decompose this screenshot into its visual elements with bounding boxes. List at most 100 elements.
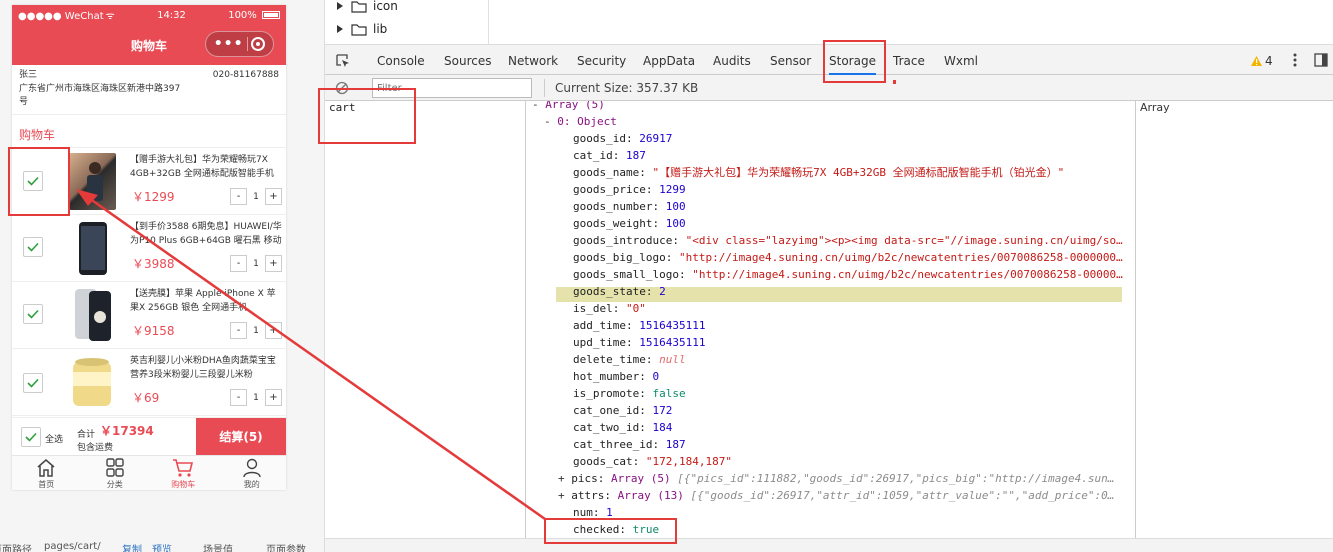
value-type: Array bbox=[1140, 101, 1170, 114]
more-icon[interactable]: ••• bbox=[214, 37, 244, 51]
object-property: goods_price: 1299 bbox=[573, 183, 686, 196]
user-icon bbox=[243, 458, 261, 478]
tab-audits[interactable]: Audits bbox=[713, 45, 751, 75]
quantity-value: 1 bbox=[253, 258, 259, 269]
product-name[interactable]: 【赠手游大礼包】华为荣耀畅玩7X 4GB+32GB 全网通标配版智能手机（铂光金… bbox=[130, 153, 282, 181]
warning-icon bbox=[1251, 56, 1262, 66]
devtools-statusbar bbox=[325, 538, 1333, 552]
object-property: goods_small_logo: "http://image4.suning.… bbox=[573, 268, 1123, 281]
tab-storage[interactable]: Storage bbox=[829, 45, 876, 75]
tab-sensor[interactable]: Sensor bbox=[770, 45, 811, 75]
product-name[interactable]: 【送壳膜】苹果 Apple iPhone X 苹果X 256GB 银色 全网通手… bbox=[130, 287, 282, 315]
object-property: goods_big_logo: "http://image4.suning.cn… bbox=[573, 251, 1123, 264]
battery-icon bbox=[261, 10, 280, 19]
increase-button[interactable]: + bbox=[265, 389, 282, 406]
folder-icon-dir[interactable]: icon bbox=[337, 0, 398, 15]
preview-link[interactable]: 预览 bbox=[152, 541, 172, 552]
warnings-counter[interactable]: 4 bbox=[1250, 54, 1273, 68]
product-thumbnail[interactable] bbox=[69, 220, 116, 277]
increase-button[interactable]: + bbox=[265, 322, 282, 339]
devtools-panel: icon lib Console Sources Network Securit… bbox=[325, 0, 1333, 552]
tab-cart[interactable]: 购物车 bbox=[149, 456, 218, 490]
tab-trace[interactable]: Trace bbox=[893, 45, 925, 75]
product-name[interactable]: 【到手价3588 6期免息】HUAWEI/华为P10 Plus 6GB+64GB… bbox=[130, 220, 282, 248]
tab-home[interactable]: 首页 bbox=[12, 456, 81, 490]
decrease-button[interactable]: - bbox=[230, 322, 247, 339]
object-property: goods_name: "【赠手游大礼包】华为荣耀畅玩7X 4GB+32GB 全… bbox=[573, 166, 1065, 179]
tab-network[interactable]: Network bbox=[508, 45, 558, 75]
object-property: goods_state: 2 bbox=[573, 285, 666, 298]
inspect-element-icon[interactable] bbox=[335, 53, 351, 69]
decrease-button[interactable]: - bbox=[230, 389, 247, 406]
attrs-property[interactable]: + attrs: Array (13) [{"goods_id":26917,"… bbox=[558, 487, 1114, 504]
num-property: num: 1 bbox=[573, 506, 613, 519]
decrease-button[interactable]: - bbox=[230, 188, 247, 205]
increase-button[interactable]: + bbox=[265, 255, 282, 272]
select-all-checkbox[interactable] bbox=[21, 427, 41, 447]
page-params-label[interactable]: 页面参数 bbox=[266, 541, 306, 552]
tab-appdata[interactable]: AppData bbox=[643, 45, 695, 75]
storage-key[interactable]: cart bbox=[329, 101, 356, 114]
checkout-button[interactable]: 结算(5) bbox=[196, 418, 286, 456]
toolbar-divider bbox=[544, 79, 545, 97]
quantity-stepper: - 1 + bbox=[230, 322, 282, 339]
object-property: goods_weight: 100 bbox=[573, 217, 686, 230]
product-thumbnail[interactable] bbox=[69, 354, 116, 411]
item-checkbox[interactable] bbox=[23, 304, 43, 324]
recipient-phone: 020-81167888 bbox=[212, 70, 279, 80]
object-header[interactable]: - 0: Object bbox=[544, 113, 617, 130]
product-thumbnail[interactable] bbox=[69, 153, 116, 210]
copy-link[interactable]: 复制 bbox=[122, 541, 142, 552]
clear-icon[interactable] bbox=[335, 81, 349, 95]
object-property: goods_cat: "172,184,187" bbox=[573, 455, 732, 468]
folder-lib-dir[interactable]: lib bbox=[337, 20, 387, 38]
tab-sources[interactable]: Sources bbox=[444, 45, 491, 75]
item-checkbox[interactable] bbox=[23, 237, 43, 257]
scene-label[interactable]: 场景值 bbox=[203, 541, 233, 552]
cart-list: 【赠手游大礼包】华为荣耀畅玩7X 4GB+32GB 全网通标配版智能手机（铂光金… bbox=[12, 148, 286, 416]
object-property: cat_one_id: 172 bbox=[573, 404, 673, 417]
battery-label: 100% bbox=[228, 10, 280, 21]
simulator-panel: ●●●●● WeChat ᯤ 14:32 100% 购物车 ••• 张三 020-… bbox=[0, 0, 325, 552]
phone-screen: ●●●●● WeChat ᯤ 14:32 100% 购物车 ••• 张三 020-… bbox=[12, 5, 286, 490]
object-property: cat_three_id: 187 bbox=[573, 438, 686, 451]
tab-category[interactable]: 分类 bbox=[81, 456, 150, 490]
home-icon bbox=[37, 459, 55, 477]
quantity-stepper: - 1 + bbox=[230, 188, 282, 205]
item-checkbox[interactable] bbox=[23, 171, 43, 191]
tab-wxml[interactable]: Wxml bbox=[944, 45, 978, 75]
filter-input[interactable] bbox=[372, 78, 532, 98]
quantity-value: 1 bbox=[253, 191, 259, 202]
pics-property[interactable]: + pics: Array (5) [{"pics_id":111882,"go… bbox=[558, 470, 1114, 487]
expand-arrow-icon[interactable] bbox=[337, 2, 343, 10]
mini-program-capsule[interactable]: ••• bbox=[205, 31, 274, 57]
shipping-address[interactable]: 张三 020-81167888 广东省广州市海珠区海珠区新港中路397号 bbox=[12, 65, 286, 115]
page-path-label: 页面路径 bbox=[0, 545, 32, 552]
check-icon bbox=[27, 309, 39, 319]
tab-profile[interactable]: 我的 bbox=[218, 456, 287, 490]
decrease-button[interactable]: - bbox=[230, 255, 247, 272]
warnings-count: 4 bbox=[1265, 54, 1273, 68]
select-all-label[interactable]: 全选 bbox=[45, 432, 63, 445]
more-options-icon[interactable] bbox=[1292, 52, 1298, 68]
object-property: upd_time: 1516435111 bbox=[573, 336, 706, 349]
status-bar: ●●●●● WeChat ᯤ 14:32 100% bbox=[12, 5, 286, 25]
folder-name: lib bbox=[373, 22, 388, 36]
cart-item: 【赠手游大礼包】华为荣耀畅玩7X 4GB+32GB 全网通标配版智能手机（铂光金… bbox=[12, 148, 286, 215]
tab-security[interactable]: Security bbox=[577, 45, 626, 75]
close-circle-icon[interactable] bbox=[251, 37, 266, 51]
array-header[interactable]: - Array (5) bbox=[532, 101, 605, 113]
tab-bar: 首页 分类 购物车 我的 bbox=[12, 455, 286, 490]
increase-button[interactable]: + bbox=[265, 188, 282, 205]
product-name[interactable]: 英吉利婴儿小米粉DHA鱼肉蔬菜宝宝营养3段米粉婴儿三段婴儿米粉 bbox=[130, 354, 282, 382]
tab-console[interactable]: Console bbox=[377, 45, 425, 75]
dock-side-icon[interactable] bbox=[1314, 53, 1328, 67]
item-checkbox[interactable] bbox=[23, 373, 43, 393]
expand-arrow-icon[interactable] bbox=[337, 25, 343, 33]
quantity-stepper: - 1 + bbox=[230, 389, 282, 406]
pane-divider[interactable] bbox=[488, 0, 489, 44]
product-price: ￥69 bbox=[132, 391, 160, 405]
object-property: goods_id: 26917 bbox=[573, 132, 673, 145]
product-thumbnail[interactable] bbox=[69, 287, 116, 344]
key-column[interactable]: cart bbox=[325, 101, 526, 538]
